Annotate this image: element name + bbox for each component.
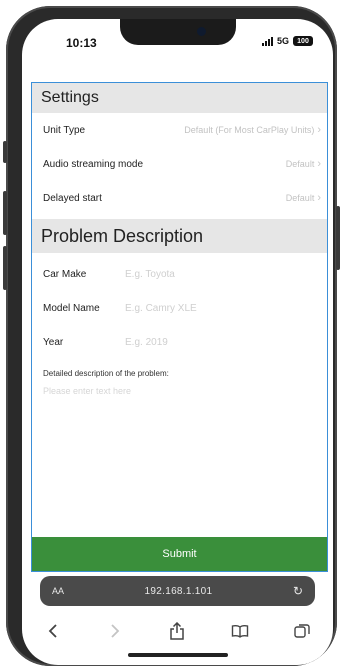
reload-icon[interactable]: ↻ xyxy=(293,584,303,598)
network-label: 5G xyxy=(276,36,289,46)
signal-icon xyxy=(261,36,273,46)
phone-screen: 10:13 5G 100 Settings Unit Type Default … xyxy=(22,19,333,665)
status-indicators: 5G 100 xyxy=(261,36,313,46)
model-name-label: Model Name xyxy=(43,302,100,314)
setting-unit-type[interactable]: Unit Type Default (For Most CarPlay Unit… xyxy=(32,113,327,147)
model-name-input[interactable] xyxy=(125,302,295,314)
settings-header: Settings xyxy=(32,83,327,113)
power-button xyxy=(336,206,340,270)
model-name-row: Model Name xyxy=(32,291,327,325)
text-size-button[interactable]: AA xyxy=(52,586,64,596)
phone-frame: 10:13 5G 100 Settings Unit Type Default … xyxy=(3,6,340,666)
setting-label: Audio streaming mode xyxy=(43,158,144,170)
year-label: Year xyxy=(43,336,64,348)
url-text: 192.168.1.101 xyxy=(144,585,213,597)
setting-audio-streaming-mode[interactable]: Audio streaming mode Default › xyxy=(32,147,327,181)
chevron-right-icon: › xyxy=(317,192,321,204)
share-icon[interactable] xyxy=(162,622,192,640)
notch xyxy=(120,19,236,45)
year-input[interactable] xyxy=(125,336,295,348)
setting-label: Unit Type xyxy=(43,124,86,136)
address-bar[interactable]: AA 192.168.1.101 ↻ xyxy=(40,576,315,606)
description-textarea[interactable] xyxy=(43,386,313,466)
browser-toolbar xyxy=(22,616,333,646)
volume-down-button xyxy=(3,246,7,290)
home-indicator xyxy=(128,653,228,657)
camera-icon xyxy=(197,27,206,36)
setting-label: Delayed start xyxy=(43,192,102,204)
car-make-input[interactable] xyxy=(125,268,295,280)
status-time: 10:13 xyxy=(66,36,97,50)
setting-value: Default › xyxy=(285,158,321,170)
setting-value: Default (For Most CarPlay Units) › xyxy=(184,124,321,136)
year-row: Year xyxy=(32,325,327,359)
forward-icon[interactable] xyxy=(100,624,130,638)
back-icon[interactable] xyxy=(38,624,68,638)
car-make-label: Car Make xyxy=(43,268,87,280)
tabs-icon[interactable] xyxy=(287,623,317,639)
chevron-right-icon: › xyxy=(317,124,321,136)
description-label: Detailed description of the problem: xyxy=(43,369,169,378)
setting-value: Default › xyxy=(285,192,321,204)
submit-button[interactable]: Submit xyxy=(32,537,327,571)
volume-up-button xyxy=(3,191,7,235)
bookmarks-icon[interactable] xyxy=(225,624,255,638)
car-make-row: Car Make xyxy=(32,257,327,291)
setting-delayed-start[interactable]: Delayed start Default › xyxy=(32,181,327,215)
chevron-right-icon: › xyxy=(317,158,321,170)
battery-icon: 100 xyxy=(293,36,313,46)
web-content: Settings Unit Type Default (For Most Car… xyxy=(31,82,328,572)
problem-description-header: Problem Description xyxy=(32,219,327,253)
mute-switch xyxy=(3,141,7,163)
